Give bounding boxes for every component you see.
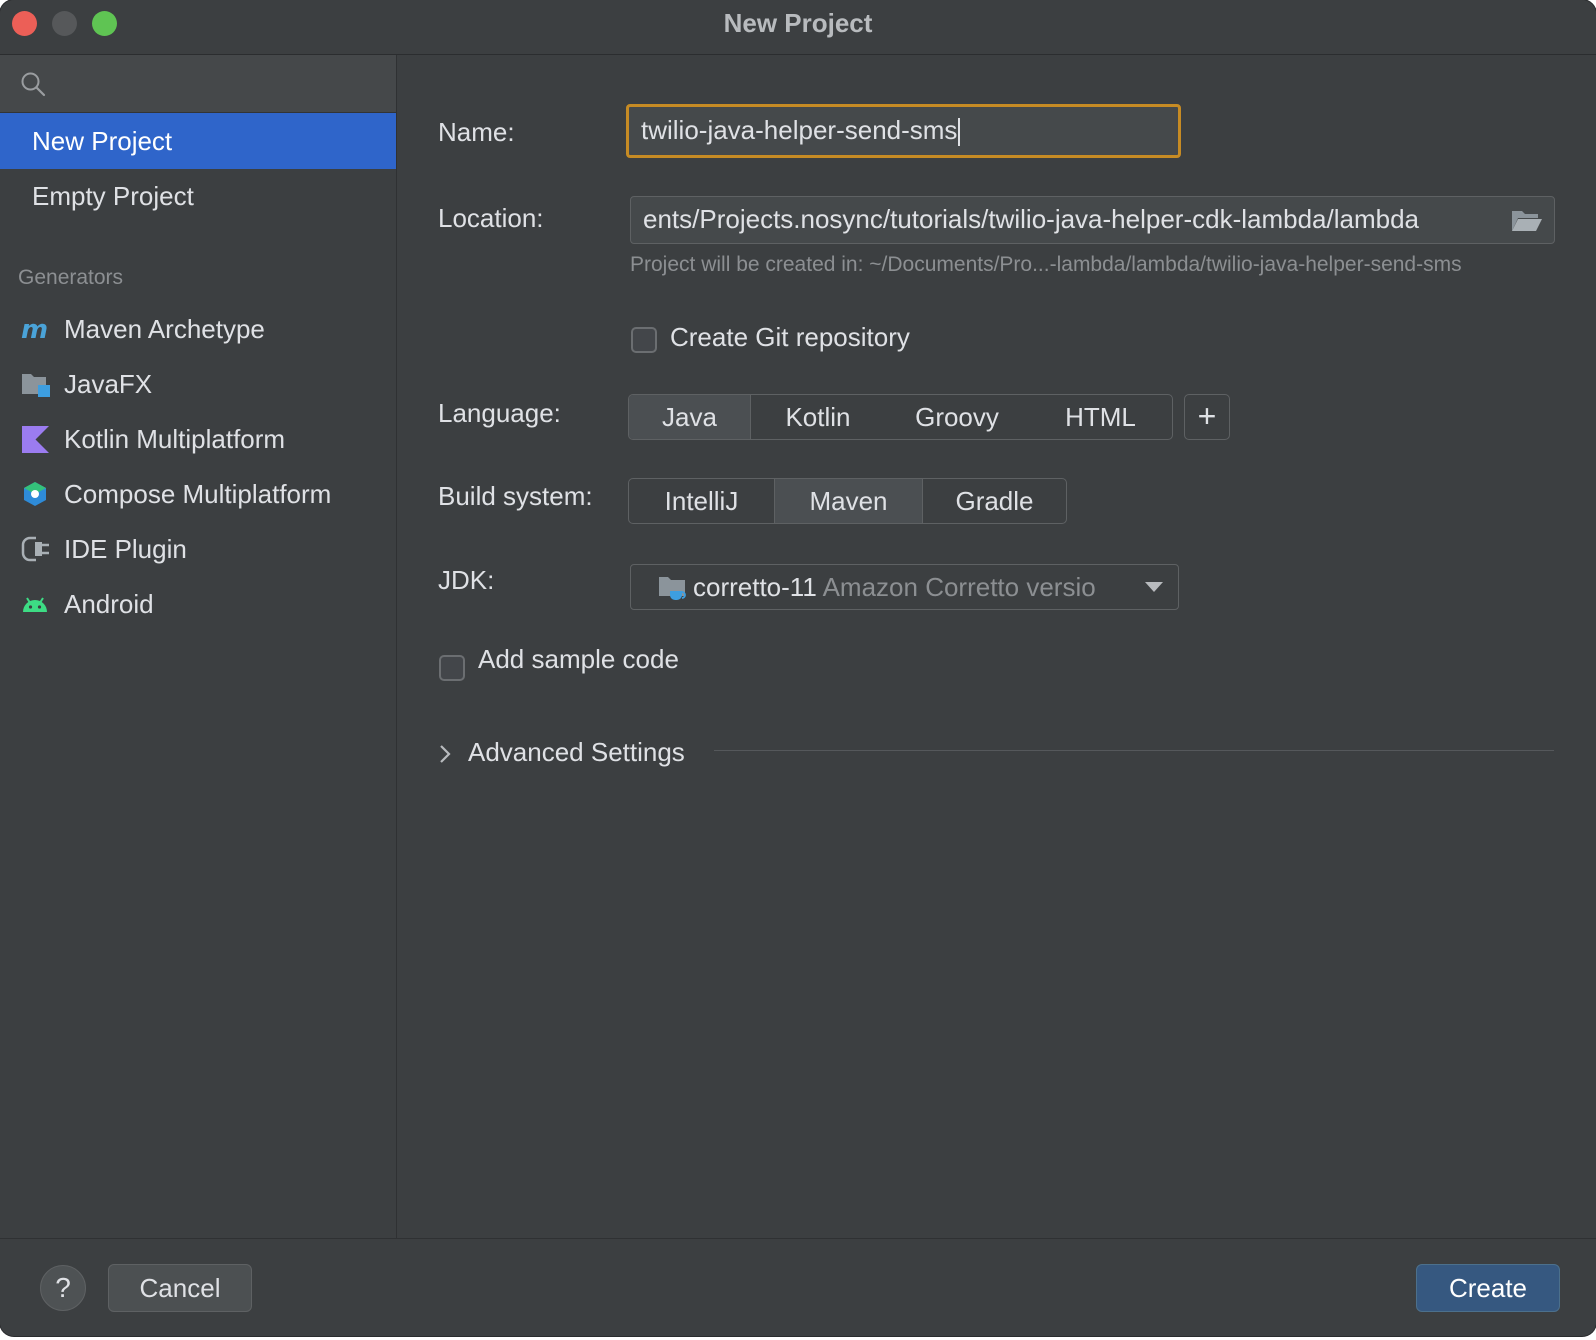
jdk-text: corretto-11 Amazon Corretto versio [693, 572, 1096, 602]
sidebar-item-new-project[interactable]: New Project [0, 113, 396, 169]
build-option-intellij[interactable]: IntelliJ [629, 479, 774, 523]
sidebar-item-empty-project[interactable]: Empty Project [0, 168, 396, 224]
android-icon [23, 597, 47, 612]
generator-ide-plugin[interactable]: IDE Plugin [0, 524, 396, 574]
create-git-label[interactable]: Create Git repository [670, 322, 910, 353]
language-option-java[interactable]: Java [629, 395, 751, 439]
language-option-kotlin[interactable]: Kotlin [751, 395, 885, 439]
add-sample-code-checkbox[interactable] [439, 655, 465, 681]
title-bar: New Project [0, 0, 1596, 55]
create-button[interactable]: Create [1416, 1264, 1560, 1312]
language-option-groovy[interactable]: Groovy [885, 395, 1029, 439]
language-selector: Java Kotlin Groovy HTML [628, 394, 1173, 440]
add-language-button[interactable]: + [1184, 394, 1230, 440]
maven-icon: m [21, 315, 48, 343]
kotlin-icon [22, 426, 49, 453]
advanced-settings-divider [714, 750, 1554, 751]
build-system-selector: IntelliJ Maven Gradle [628, 478, 1067, 524]
advanced-settings-label: Advanced Settings [468, 737, 685, 767]
search-icon [21, 72, 46, 97]
sidebar-item-label: New Project [32, 126, 173, 156]
chevron-down-icon [1145, 582, 1163, 592]
add-sample-code-label[interactable]: Add sample code [478, 644, 679, 675]
text-caret [958, 118, 961, 147]
project-settings-form: Name: twilio-java-helper-send-sms Locati… [397, 55, 1596, 1238]
generator-javafx[interactable]: JavaFX [0, 359, 396, 409]
build-option-gradle[interactable]: Gradle [923, 479, 1066, 523]
language-option-html[interactable]: HTML [1029, 395, 1172, 439]
svg-text:m: m [21, 315, 48, 343]
generator-kotlin-multiplatform[interactable]: Kotlin Multiplatform [0, 414, 396, 464]
generator-compose-multiplatform[interactable]: Compose Multiplatform [0, 469, 396, 519]
compose-icon [24, 482, 46, 506]
create-git-checkbox[interactable] [631, 327, 657, 353]
plugin-icon [21, 536, 49, 562]
sidebar: New Project Empty Project Generators m M… [0, 55, 397, 1238]
folder-icon[interactable] [1511, 207, 1543, 233]
sidebar-item-label: Empty Project [32, 181, 194, 211]
location-label: Location: [438, 203, 544, 233]
generator-maven-archetype[interactable]: m Maven Archetype [0, 304, 396, 354]
location-hint: Project will be created in: ~/Documents/… [630, 253, 1462, 276]
language-label: Language: [438, 398, 561, 428]
jdk-label: JDK: [438, 565, 495, 595]
new-project-dialog: New Project New Project Empty Project Ge… [0, 0, 1596, 1336]
build-system-label: Build system: [438, 481, 593, 511]
location-field[interactable]: ents/Projects.nosync/tutorials/twilio-ja… [630, 196, 1555, 244]
generator-android[interactable]: Android [0, 579, 396, 629]
jdk-dropdown[interactable]: corretto-11 Amazon Corretto versio [630, 564, 1179, 610]
cancel-button[interactable]: Cancel [108, 1264, 252, 1312]
name-label: Name: [438, 117, 515, 147]
generators-heading: Generators [18, 266, 124, 289]
window-title: New Project [723, 8, 873, 38]
name-field[interactable]: twilio-java-helper-send-sms [626, 104, 1181, 158]
help-button[interactable]: ? [40, 1265, 86, 1311]
dialog-footer: ? Cancel Create [0, 1238, 1596, 1336]
chevron-right-icon [440, 745, 451, 763]
javafx-icon [22, 374, 50, 397]
sidebar-search-field[interactable] [0, 55, 396, 113]
build-option-maven[interactable]: Maven [774, 479, 923, 523]
